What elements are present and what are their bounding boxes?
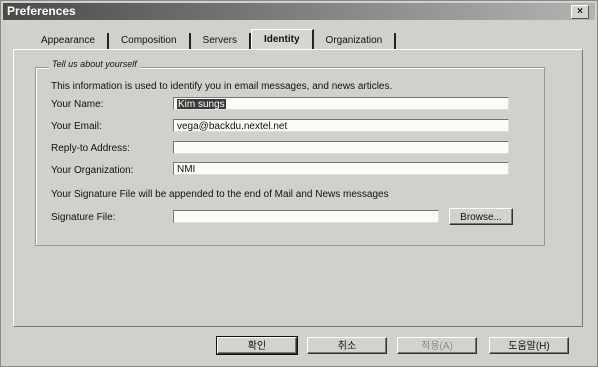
help-button[interactable]: 도움말(H) [489,337,569,354]
tab-organization[interactable]: Organization [314,33,397,49]
ok-button[interactable]: 확인 [216,336,298,355]
groupbox-legend: Tell us about yourself [49,59,140,69]
browse-button[interactable]: Browse... [449,208,513,225]
name-field[interactable]: Kim sungs [173,97,509,110]
name-value: Kim sungs [177,99,226,110]
email-label: Your Email: [51,121,102,132]
tab-composition[interactable]: Composition [109,33,191,49]
signature-file-field[interactable] [173,210,439,223]
preferences-dialog: Preferences × Appearance Composition Ser… [0,0,598,367]
tab-strip: Appearance Composition Servers Identity … [29,29,397,49]
identity-description: This information is used to identify you… [51,81,393,92]
apply-button[interactable]: 적용(A) [397,337,477,354]
tab-identity[interactable]: Identity [250,29,314,49]
signature-file-label: Signature File: [51,212,116,223]
cancel-button[interactable]: 취소 [307,337,387,354]
title-bar: Preferences × [3,3,595,20]
signature-note: Your Signature File will be appended to … [51,189,389,200]
close-icon[interactable]: × [571,5,589,19]
reply-to-field[interactable] [173,141,509,154]
reply-to-label: Reply-to Address: [51,143,130,154]
window-title: Preferences [7,4,76,18]
organization-field[interactable]: NMI [173,162,509,175]
organization-label: Your Organization: [51,165,134,176]
tab-appearance[interactable]: Appearance [29,33,109,49]
tab-servers[interactable]: Servers [191,33,251,49]
email-field[interactable]: vega@backdu.nextel.net [173,119,509,132]
name-label: Your Name: [51,99,104,110]
